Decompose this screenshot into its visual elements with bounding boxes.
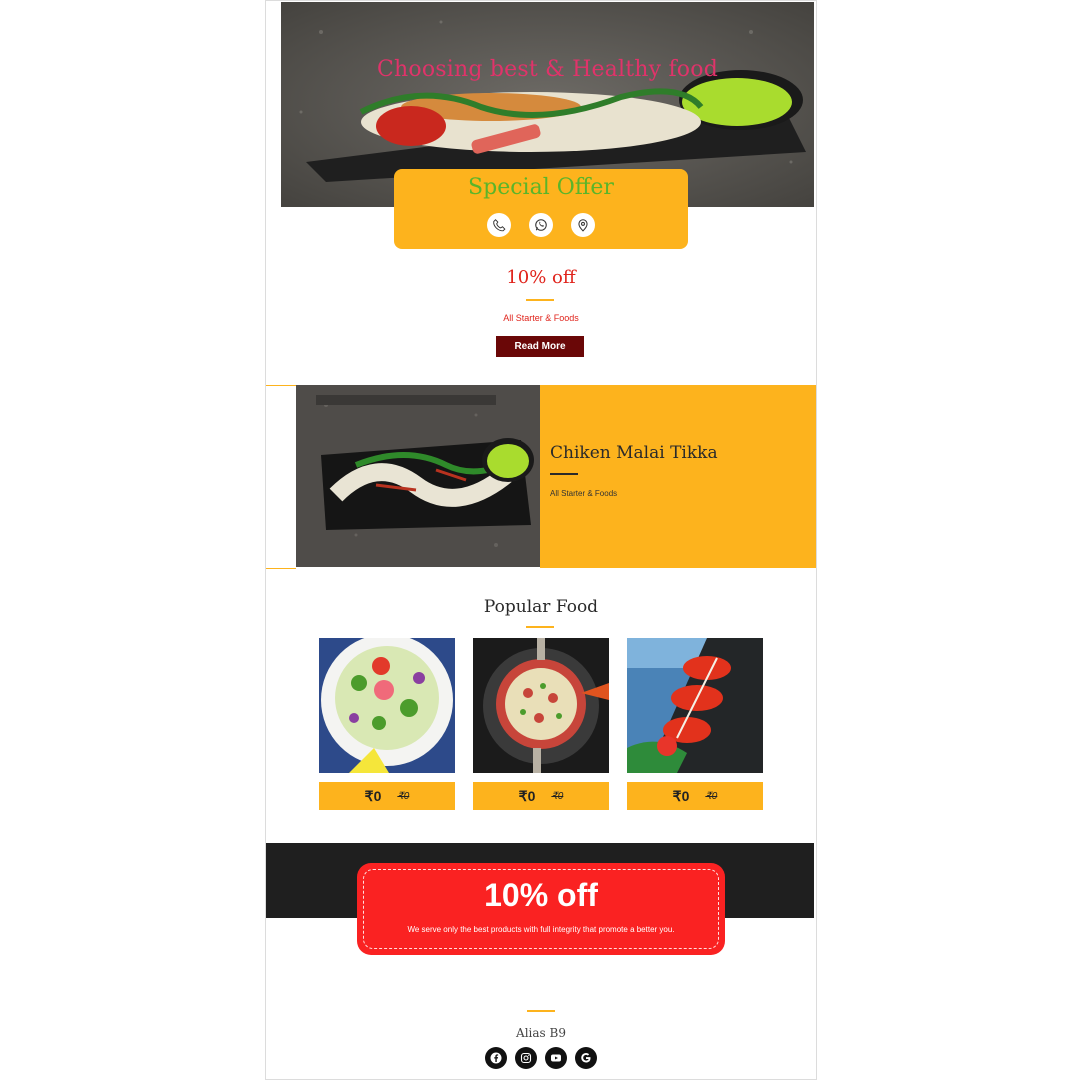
popular-food-title: Popular Food	[483, 597, 599, 617]
price-bar: ₹0 ₹0	[627, 782, 763, 810]
pizza-photo	[473, 638, 609, 773]
google-icon[interactable]	[575, 1047, 597, 1069]
instagram-icon[interactable]	[515, 1047, 537, 1069]
promo-text: We serve only the best products with ful…	[407, 925, 675, 934]
contact-icons	[394, 213, 688, 237]
feature-subtitle: All Starter & Foods	[550, 489, 618, 498]
popular-food-card[interactable]: ₹0 ₹0	[473, 638, 609, 810]
price-bar: ₹0 ₹0	[319, 782, 455, 810]
food-image	[473, 638, 609, 773]
hero-headline: Choosing best & Healthy food	[377, 57, 718, 82]
feature-accent-line	[266, 385, 296, 569]
read-more-button[interactable]: Read More	[496, 336, 584, 357]
discount-title: 10% off	[506, 267, 576, 288]
footer-divider	[527, 1010, 555, 1012]
special-offer-title: Special Offer	[468, 175, 614, 200]
landing-page: Choosing best & Healthy food Special Off…	[265, 0, 817, 1080]
popular-food-card[interactable]: ₹0 ₹0	[627, 638, 763, 810]
feature-divider	[550, 473, 578, 475]
tandoori-photo	[627, 638, 763, 773]
price-bar: ₹0 ₹0	[473, 782, 609, 810]
special-offer-card: Special Offer	[394, 169, 688, 249]
social-links	[266, 1047, 816, 1069]
old-price: ₹0	[397, 790, 410, 802]
youtube-icon[interactable]	[545, 1047, 567, 1069]
price: ₹0	[672, 787, 690, 804]
feature-info-box: Chiken Malai Tikka All Starter & Foods	[540, 385, 816, 568]
promo-card: 10% off We serve only the best products …	[357, 863, 725, 955]
food-image	[319, 638, 455, 773]
food-image	[627, 638, 763, 773]
footer-name: Alias B9	[516, 1026, 566, 1040]
popular-divider	[526, 626, 554, 628]
feature-title: Chiken Malai Tikka	[550, 443, 718, 463]
salad-photo	[319, 638, 455, 773]
facebook-icon[interactable]	[485, 1047, 507, 1069]
whatsapp-icon[interactable]	[529, 213, 553, 237]
price: ₹0	[364, 787, 382, 804]
popular-food-card[interactable]: ₹0 ₹0	[319, 638, 455, 810]
location-pin-icon[interactable]	[571, 213, 595, 237]
discount-subtitle: All Starter & Foods	[503, 313, 579, 323]
feature-food-photo	[296, 385, 540, 567]
phone-icon[interactable]	[487, 213, 511, 237]
discount-divider	[526, 299, 554, 301]
feature-food-image	[296, 385, 540, 567]
price: ₹0	[518, 787, 536, 804]
old-price: ₹0	[705, 790, 718, 802]
old-price: ₹0	[551, 790, 564, 802]
promo-title: 10% off	[484, 877, 598, 913]
